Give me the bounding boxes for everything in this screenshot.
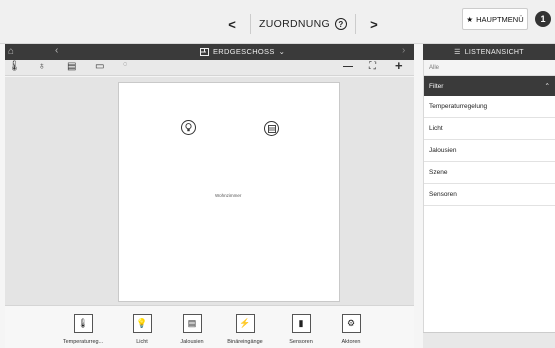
zoom-out-icon[interactable]: —	[343, 61, 353, 72]
divider	[250, 14, 251, 34]
next-floor-button[interactable]: ›	[402, 45, 405, 56]
device-binaereingaenge[interactable]: ⚡ Binäreingänge	[215, 314, 275, 345]
star-icon: ★	[466, 14, 474, 24]
notification-badge[interactable]: 1	[535, 11, 551, 27]
thermostat-icon: 🌡	[73, 314, 93, 333]
thermostat-filter-icon[interactable]: 🌡	[8, 61, 21, 72]
divider	[354, 14, 356, 34]
page-title-text: ZUORDNUNG	[259, 18, 330, 30]
device-jalousien[interactable]: ▤ Jalousien	[162, 314, 222, 345]
sensor-filter-icon[interactable]: ◌	[123, 61, 127, 68]
room-wohnzimmer[interactable]: Wohnzimmer	[118, 82, 340, 302]
bulb-device-icon[interactable]	[181, 120, 196, 135]
list-item[interactable]: Szene	[424, 162, 555, 184]
binary-input-icon: ⚡	[235, 314, 255, 333]
help-icon[interactable]: ?	[334, 18, 347, 30]
list-panel-footer	[423, 332, 555, 348]
prev-floor-button[interactable]: ‹	[55, 45, 58, 56]
all-filter-option[interactable]: Alle	[424, 60, 555, 76]
chevron-up-icon: ⌃	[544, 83, 550, 90]
list-item[interactable]: Temperaturregelung	[424, 96, 555, 118]
floor-header: ⌂ ‹ ERDGESCHOSS ⌄ ›	[5, 44, 414, 60]
floorplan-canvas[interactable]: Wohnzimmer	[5, 77, 414, 305]
next-page-button[interactable]: >	[364, 17, 384, 32]
scene-filter-icon[interactable]: ▭	[95, 61, 104, 72]
list-item[interactable]: Jalousien	[424, 140, 555, 162]
chevron-down-icon: ⌄	[278, 47, 286, 56]
bulb-filter-icon[interactable]: ♁	[38, 61, 46, 72]
blinds-device-icon[interactable]	[264, 121, 279, 136]
prev-page-button[interactable]: <	[222, 17, 242, 32]
floor-title: ERDGESCHOSS	[213, 47, 275, 56]
bulb-icon: 💡	[132, 314, 152, 333]
blinds-icon: ▤	[182, 314, 202, 333]
actuator-icon: ⚙	[341, 314, 361, 333]
sensor-icon: ▮	[291, 314, 311, 333]
page-navigation: < ZUORDNUNG ? >	[222, 14, 384, 34]
device-label: Binäreingänge	[227, 339, 263, 345]
floor-toolbar: 🌡 ♁ ▤ ▭ ◌ — ⛶ +	[5, 58, 414, 76]
fit-screen-icon[interactable]: ⛶	[369, 61, 376, 72]
floor-selector[interactable]: ERDGESCHOSS ⌄	[200, 47, 285, 56]
device-label: Aktoren	[341, 339, 361, 345]
main-menu-button[interactable]: ★ HAUPTMENÜ	[462, 8, 528, 30]
device-aktoren[interactable]: ⚙ Aktoren	[321, 314, 381, 345]
device-temperature[interactable]: 🌡 Temperaturreg...	[53, 314, 113, 345]
main-menu-label: HAUPTMENÜ	[476, 14, 524, 24]
device-bar: 🌡 Temperaturreg... 💡 Licht ▤ Jalousien ⚡…	[5, 305, 414, 348]
device-label: Temperaturreg...	[62, 339, 104, 345]
list-panel: Alle Filter ⌃ Temperaturregelung Licht J…	[423, 60, 555, 348]
filter-label: Filter	[429, 82, 444, 90]
home-icon[interactable]: ⌂	[8, 46, 14, 57]
top-bar: < ZUORDNUNG ? > ★ HAUPTMENÜ 1	[0, 0, 555, 44]
list-view-header[interactable]: ☰ LISTENANSICHT	[423, 44, 555, 60]
zoom-in-icon[interactable]: +	[395, 58, 403, 73]
room-label: Wohnzimmer	[215, 193, 242, 198]
list-view-title: LISTENANSICHT	[464, 48, 524, 56]
list-item[interactable]: Sensoren	[424, 184, 555, 206]
filter-dropdown[interactable]: Filter ⌃	[424, 76, 555, 96]
list-item[interactable]: Licht	[424, 118, 555, 140]
page-title: ZUORDNUNG ?	[259, 18, 347, 30]
device-label: Jalousien	[180, 339, 204, 345]
list-icon: ☰	[454, 49, 461, 56]
blinds-filter-icon[interactable]: ▤	[67, 61, 76, 72]
floorplan-icon	[200, 47, 209, 56]
